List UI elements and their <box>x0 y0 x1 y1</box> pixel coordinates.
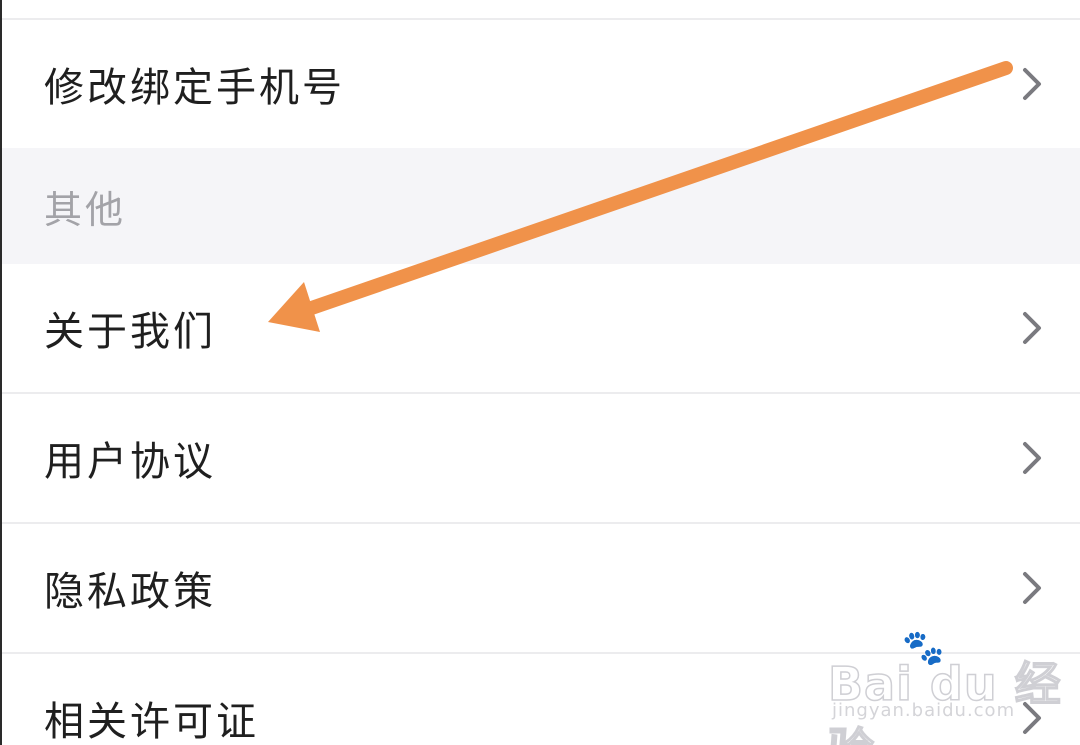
settings-screen: 修改绑定手机号 其他 关于我们 用户协议 隐私政策 相关许可证 🐾 Bai du… <box>0 0 1080 745</box>
chevron-right-icon <box>1023 68 1041 100</box>
menu-item-user-agreement[interactable]: 用户协议 <box>0 394 1080 522</box>
menu-item-label: 隐私政策 <box>44 569 216 615</box>
window-edge <box>0 0 2 745</box>
baidu-watermark: Bai du 经验 <box>827 656 1062 745</box>
chevron-right-icon <box>1023 572 1041 604</box>
chevron-right-icon <box>1023 442 1041 474</box>
watermark-url: jingyan.baidu.com <box>832 700 1016 721</box>
menu-item-change-phone[interactable]: 修改绑定手机号 <box>0 20 1080 148</box>
section-header-other: 其他 <box>0 148 1080 264</box>
menu-item-about-us[interactable]: 关于我们 <box>0 264 1080 392</box>
menu-item-label: 关于我们 <box>44 309 216 355</box>
menu-item-label: 用户协议 <box>44 439 216 485</box>
menu-item-label: 相关许可证 <box>44 699 259 745</box>
chevron-right-icon <box>1023 312 1041 344</box>
menu-item-label: 修改绑定手机号 <box>44 65 345 111</box>
section-header-label: 其他 <box>44 187 127 232</box>
